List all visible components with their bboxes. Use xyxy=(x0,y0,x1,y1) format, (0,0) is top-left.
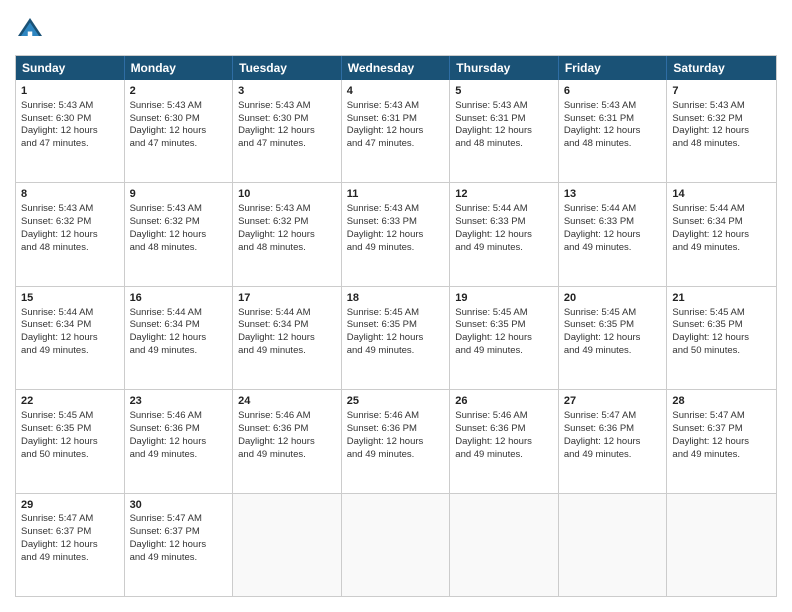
calendar-cell: 18Sunrise: 5:45 AMSunset: 6:35 PMDayligh… xyxy=(342,287,451,389)
calendar-cell: 20Sunrise: 5:45 AMSunset: 6:35 PMDayligh… xyxy=(559,287,668,389)
day-number: 2 xyxy=(130,84,228,99)
calendar-cell: 6Sunrise: 5:43 AMSunset: 6:31 PMDaylight… xyxy=(559,80,668,182)
day-number: 27 xyxy=(564,394,662,409)
day-number: 10 xyxy=(238,187,336,202)
calendar-cell: 17Sunrise: 5:44 AMSunset: 6:34 PMDayligh… xyxy=(233,287,342,389)
day-number: 26 xyxy=(455,394,553,409)
calendar-cell: 21Sunrise: 5:45 AMSunset: 6:35 PMDayligh… xyxy=(667,287,776,389)
calendar-cell xyxy=(342,494,451,596)
calendar-cell: 4Sunrise: 5:43 AMSunset: 6:31 PMDaylight… xyxy=(342,80,451,182)
calendar-row: 22Sunrise: 5:45 AMSunset: 6:35 PMDayligh… xyxy=(16,390,776,493)
calendar-cell: 10Sunrise: 5:43 AMSunset: 6:32 PMDayligh… xyxy=(233,183,342,285)
calendar-cell: 26Sunrise: 5:46 AMSunset: 6:36 PMDayligh… xyxy=(450,390,559,492)
calendar-cell xyxy=(667,494,776,596)
calendar-cell: 16Sunrise: 5:44 AMSunset: 6:34 PMDayligh… xyxy=(125,287,234,389)
day-number: 5 xyxy=(455,84,553,99)
day-number: 29 xyxy=(21,498,119,513)
calendar-cell: 1Sunrise: 5:43 AMSunset: 6:30 PMDaylight… xyxy=(16,80,125,182)
calendar-row: 1Sunrise: 5:43 AMSunset: 6:30 PMDaylight… xyxy=(16,80,776,183)
calendar-cell: 3Sunrise: 5:43 AMSunset: 6:30 PMDaylight… xyxy=(233,80,342,182)
day-number: 22 xyxy=(21,394,119,409)
day-number: 1 xyxy=(21,84,119,99)
calendar-cell: 14Sunrise: 5:44 AMSunset: 6:34 PMDayligh… xyxy=(667,183,776,285)
day-number: 8 xyxy=(21,187,119,202)
day-number: 17 xyxy=(238,291,336,306)
calendar-cell: 27Sunrise: 5:47 AMSunset: 6:36 PMDayligh… xyxy=(559,390,668,492)
calendar-row: 29Sunrise: 5:47 AMSunset: 6:37 PMDayligh… xyxy=(16,494,776,596)
calendar-row: 8Sunrise: 5:43 AMSunset: 6:32 PMDaylight… xyxy=(16,183,776,286)
calendar-cell: 8Sunrise: 5:43 AMSunset: 6:32 PMDaylight… xyxy=(16,183,125,285)
calendar-cell: 2Sunrise: 5:43 AMSunset: 6:30 PMDaylight… xyxy=(125,80,234,182)
day-number: 25 xyxy=(347,394,445,409)
calendar-cell: 29Sunrise: 5:47 AMSunset: 6:37 PMDayligh… xyxy=(16,494,125,596)
calendar-cell xyxy=(233,494,342,596)
day-number: 24 xyxy=(238,394,336,409)
day-number: 3 xyxy=(238,84,336,99)
day-number: 23 xyxy=(130,394,228,409)
day-number: 7 xyxy=(672,84,771,99)
calendar-cell: 28Sunrise: 5:47 AMSunset: 6:37 PMDayligh… xyxy=(667,390,776,492)
calendar-cell xyxy=(450,494,559,596)
calendar-row: 15Sunrise: 5:44 AMSunset: 6:34 PMDayligh… xyxy=(16,287,776,390)
weekday-header: Tuesday xyxy=(233,56,342,80)
day-number: 19 xyxy=(455,291,553,306)
calendar-cell: 9Sunrise: 5:43 AMSunset: 6:32 PMDaylight… xyxy=(125,183,234,285)
weekday-header: Thursday xyxy=(450,56,559,80)
weekday-header: Sunday xyxy=(16,56,125,80)
calendar-cell: 19Sunrise: 5:45 AMSunset: 6:35 PMDayligh… xyxy=(450,287,559,389)
calendar-cell: 15Sunrise: 5:44 AMSunset: 6:34 PMDayligh… xyxy=(16,287,125,389)
day-number: 14 xyxy=(672,187,771,202)
calendar-cell: 23Sunrise: 5:46 AMSunset: 6:36 PMDayligh… xyxy=(125,390,234,492)
day-number: 18 xyxy=(347,291,445,306)
day-number: 6 xyxy=(564,84,662,99)
calendar-cell: 13Sunrise: 5:44 AMSunset: 6:33 PMDayligh… xyxy=(559,183,668,285)
logo-icon xyxy=(15,15,45,45)
weekday-header: Saturday xyxy=(667,56,776,80)
day-number: 9 xyxy=(130,187,228,202)
calendar-cell: 24Sunrise: 5:46 AMSunset: 6:36 PMDayligh… xyxy=(233,390,342,492)
day-number: 12 xyxy=(455,187,553,202)
calendar-cell: 22Sunrise: 5:45 AMSunset: 6:35 PMDayligh… xyxy=(16,390,125,492)
day-number: 15 xyxy=(21,291,119,306)
calendar-cell: 11Sunrise: 5:43 AMSunset: 6:33 PMDayligh… xyxy=(342,183,451,285)
day-number: 13 xyxy=(564,187,662,202)
weekday-header: Friday xyxy=(559,56,668,80)
day-number: 11 xyxy=(347,187,445,202)
calendar-cell: 5Sunrise: 5:43 AMSunset: 6:31 PMDaylight… xyxy=(450,80,559,182)
header xyxy=(15,15,777,45)
page: SundayMondayTuesdayWednesdayThursdayFrid… xyxy=(0,0,792,612)
weekday-header: Wednesday xyxy=(342,56,451,80)
weekday-header: Monday xyxy=(125,56,234,80)
calendar-header: SundayMondayTuesdayWednesdayThursdayFrid… xyxy=(16,56,776,80)
day-number: 28 xyxy=(672,394,771,409)
calendar-cell: 25Sunrise: 5:46 AMSunset: 6:36 PMDayligh… xyxy=(342,390,451,492)
day-number: 21 xyxy=(672,291,771,306)
calendar-cell: 7Sunrise: 5:43 AMSunset: 6:32 PMDaylight… xyxy=(667,80,776,182)
day-number: 30 xyxy=(130,498,228,513)
calendar-cell: 12Sunrise: 5:44 AMSunset: 6:33 PMDayligh… xyxy=(450,183,559,285)
calendar: SundayMondayTuesdayWednesdayThursdayFrid… xyxy=(15,55,777,597)
day-number: 20 xyxy=(564,291,662,306)
calendar-body: 1Sunrise: 5:43 AMSunset: 6:30 PMDaylight… xyxy=(16,80,776,596)
logo xyxy=(15,15,49,45)
day-number: 4 xyxy=(347,84,445,99)
calendar-cell xyxy=(559,494,668,596)
day-number: 16 xyxy=(130,291,228,306)
calendar-cell: 30Sunrise: 5:47 AMSunset: 6:37 PMDayligh… xyxy=(125,494,234,596)
